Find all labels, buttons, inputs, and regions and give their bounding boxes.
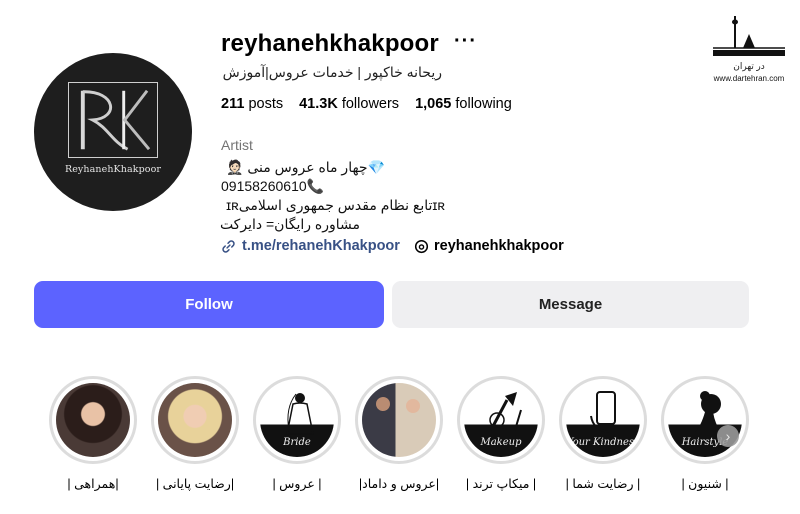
highlight-label: |همراهی | (67, 477, 119, 491)
makeup-brush-icon (489, 392, 522, 431)
bio-line: 💎چهار ماه عروس منی 🤵🏻 (226, 159, 385, 175)
highlight-cover-bride: Bride (260, 383, 334, 457)
bride-face (406, 399, 420, 413)
highlight-ring (151, 376, 239, 464)
watermark-text: در تهران (733, 61, 765, 71)
highlight-photo-portrait (158, 383, 232, 457)
threads-link[interactable]: reyhanehkhakpoor (414, 238, 564, 254)
highlight-caption: Makeup (480, 437, 522, 448)
posts-count: 211 (221, 96, 245, 112)
tehran-skyline-icon (713, 16, 785, 56)
bio-phone: 09158260610📞 (221, 178, 325, 194)
highlight-ring (355, 376, 443, 464)
highlight-label: | رضایت شما | (565, 477, 641, 491)
highlight-label: | عروس | (272, 477, 322, 491)
chevron-right-icon[interactable]: › (717, 425, 739, 447)
following-count: 1,065 (415, 96, 452, 112)
highlight-label: | شنیون | (681, 477, 729, 491)
followers-count: 41.3K (299, 96, 338, 112)
highlight-ring: Makeup (457, 376, 545, 464)
posts-label: posts (248, 96, 284, 112)
highlight-cover-makeup: Makeup (464, 383, 538, 457)
follow-button[interactable]: Follow (34, 281, 384, 328)
profile-username: reyhanehkhakpoor (221, 30, 439, 57)
following-stat[interactable]: 1,065 following (415, 96, 512, 112)
story-highlights: |همراهی | |رضایت پایانی | Bride | عروس | (49, 376, 749, 496)
highlight-label: |رضایت پایانی | (155, 477, 235, 491)
highlight-item[interactable]: Makeup | میکاپ ترند | (457, 376, 545, 491)
highlight-label: |عروس و داماد| (358, 477, 440, 491)
profile-category: Artist (221, 137, 253, 153)
groom-face (376, 397, 390, 411)
more-options-icon[interactable]: ··· (454, 30, 477, 53)
highlight-photo-portrait (56, 383, 130, 457)
profile-stats: 211 posts 41.3K followers 1,065 followin… (221, 96, 512, 112)
bio-link[interactable]: t.me/rehanehKhakpoor (221, 238, 400, 254)
bride-icon (286, 393, 314, 435)
highlight-item[interactable]: Your Kindness | رضایت شما | (559, 376, 647, 491)
followers-stat[interactable]: 41.3K followers (299, 96, 399, 112)
profile-full-name: ریحانه خاکپور | خدمات عروس|آموزش (222, 64, 442, 80)
avatar-logo-frame (68, 81, 158, 158)
link-chain-icon (222, 239, 235, 253)
posts-stat: 211 posts (221, 96, 283, 112)
message-button[interactable]: Message (392, 281, 749, 328)
highlight-caption: Your Kindness (566, 437, 640, 448)
following-label: following (455, 96, 512, 112)
followers-label: followers (341, 96, 400, 112)
bio-link-text: t.me/rehanehKhakpoor (242, 238, 400, 254)
bio-line: ɪʀتابع نظام مقدس جمهوری اسلامیɪʀ (226, 197, 445, 213)
highlight-photo-couple (362, 383, 436, 457)
phone-in-hand-icon (590, 391, 617, 433)
threads-handle: reyhanehkhakpoor (434, 238, 564, 254)
threads-icon (414, 239, 429, 253)
highlight-ring: Hairstyle (661, 376, 749, 464)
highlight-label: | میکاپ ترند | (465, 477, 537, 491)
highlight-item[interactable]: Bride | عروس | (253, 376, 341, 491)
bio-line: مشاوره رایگان= دایرکت (219, 216, 360, 232)
watermark-logo: در تهران www.dartehran.com (706, 12, 792, 83)
highlight-item[interactable]: |عروس و داماد| (355, 376, 443, 491)
highlight-ring: Bride (253, 376, 341, 464)
highlight-cover-kindness: Your Kindness (566, 383, 640, 457)
profile-avatar[interactable]: ReyhanehKhakpoor (34, 53, 192, 211)
highlight-item[interactable]: |رضایت پایانی | (151, 376, 239, 491)
highlight-ring (49, 376, 137, 464)
highlight-item[interactable]: |همراهی | (49, 376, 137, 491)
watermark-url: www.dartehran.com (713, 74, 785, 83)
avatar-brand-text: ReyhanehKhakpoor (64, 163, 162, 175)
highlight-ring: Your Kindness (559, 376, 647, 464)
rk-logo-icon (80, 89, 151, 151)
highlight-caption: Bride (283, 437, 311, 448)
